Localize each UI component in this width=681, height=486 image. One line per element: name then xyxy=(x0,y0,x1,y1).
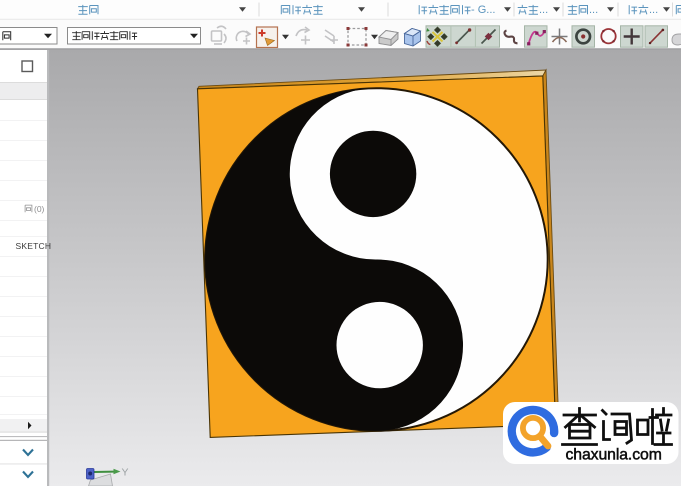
svg-text:...: ... xyxy=(589,4,598,16)
svg-text:chaxunla.com: chaxunla.com xyxy=(566,447,662,464)
svg-text:- G...: - G... xyxy=(471,4,495,16)
svg-text:Y: Y xyxy=(122,467,129,479)
svg-text:...: ... xyxy=(539,4,548,16)
svg-text:SKETCH: SKETCH xyxy=(16,241,52,251)
svg-text:...: ... xyxy=(649,4,658,16)
svg-text:(0): (0) xyxy=(34,204,45,214)
